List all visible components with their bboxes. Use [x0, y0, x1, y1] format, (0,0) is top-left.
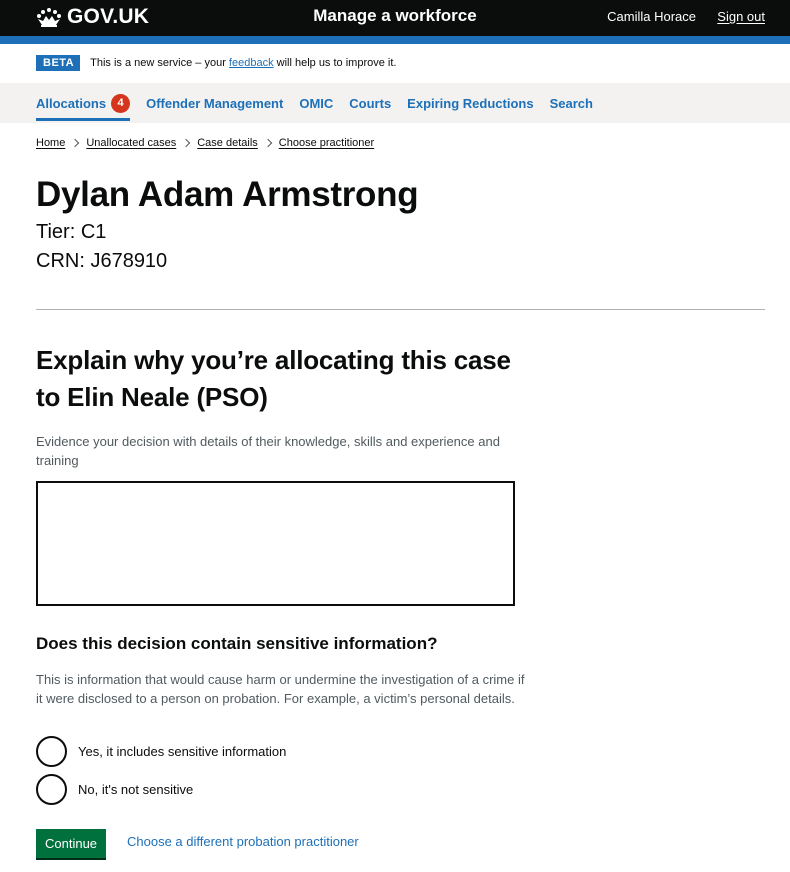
page-title: Dylan Adam Armstrong	[36, 175, 419, 214]
header-blue-bar	[0, 36, 790, 44]
choose-different-practitioner-link[interactable]: Choose a different probation practitione…	[127, 834, 359, 849]
phase-text-after: will help us to improve it.	[273, 57, 397, 69]
reason-textarea[interactable]	[36, 481, 515, 606]
radio-option-no[interactable]: No, it's not sensitive	[36, 774, 193, 805]
radio-button-no[interactable]	[36, 774, 67, 805]
user-name: Camilla Horace	[607, 9, 696, 24]
nav-item-offender-management[interactable]: Offender Management	[146, 83, 283, 123]
tier-caption: Tier: C1	[36, 221, 107, 243]
breadcrumb-case-details[interactable]: Case details	[197, 137, 258, 149]
nav-item-search[interactable]: Search	[550, 83, 593, 123]
sensitive-legend: Does this decision contain sensitive inf…	[36, 634, 438, 653]
radio-button-yes[interactable]	[36, 736, 67, 767]
radio-option-yes[interactable]: Yes, it includes sensitive information	[36, 736, 286, 767]
phase-banner: BETA This is a new service – your feedba…	[36, 54, 396, 72]
radio-label-yes: Yes, it includes sensitive information	[78, 744, 287, 759]
breadcrumb-unallocated-cases[interactable]: Unallocated cases	[86, 137, 176, 149]
chevron-right-icon	[181, 138, 191, 148]
breadcrumb-home[interactable]: Home	[36, 137, 65, 149]
beta-tag: BETA	[36, 55, 81, 71]
nav-item-courts[interactable]: Courts	[349, 83, 391, 123]
breadcrumb: Home Unallocated cases Case details Choo…	[36, 137, 374, 149]
breadcrumb-choose-practitioner[interactable]: Choose practitioner	[279, 137, 374, 149]
feedback-link[interactable]: feedback	[229, 57, 274, 69]
reason-hint: Evidence your decision with details of t…	[36, 434, 500, 468]
nav-item-omic[interactable]: OMIC	[299, 83, 333, 123]
chevron-right-icon	[263, 138, 273, 148]
phase-text-before: This is a new service – your	[90, 57, 229, 69]
site-header: GOV.UK Manage a workforce Camilla Horace…	[0, 0, 790, 36]
nav-list: Allocations 4 Offender Management OMIC C…	[36, 83, 609, 123]
section-divider	[36, 309, 765, 310]
sensitive-hint: This is information that would cause har…	[36, 672, 525, 706]
primary-navigation: Allocations 4 Offender Management OMIC C…	[0, 83, 790, 123]
nav-item-allocations[interactable]: Allocations 4	[36, 83, 131, 123]
allocations-count-badge: 4	[111, 93, 131, 113]
nav-label: Allocations	[36, 95, 107, 111]
chevron-right-icon	[71, 138, 80, 148]
nav-item-expiring-reductions[interactable]: Expiring Reductions	[407, 83, 533, 123]
sign-out-link[interactable]: Sign out	[717, 9, 765, 24]
form-heading: Explain why you’re allocating this case …	[36, 345, 511, 412]
radio-label-no: No, it's not sensitive	[78, 782, 194, 797]
phase-banner-text: This is a new service – your feedback wi…	[90, 57, 396, 69]
continue-button[interactable]: Continue	[36, 829, 107, 858]
crn-caption: CRN: J678910	[36, 250, 168, 272]
